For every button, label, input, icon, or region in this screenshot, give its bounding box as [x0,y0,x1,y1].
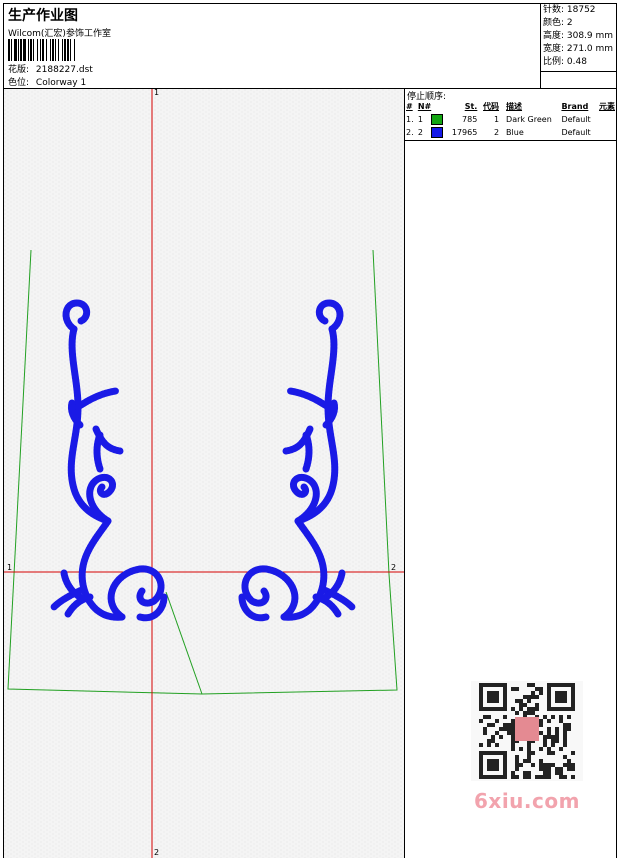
panel-divider [405,140,616,141]
qr-graphic [479,683,575,779]
design-preview [4,89,405,858]
pattern-value: 2188227.dst [35,65,93,75]
color-swatch [431,127,444,138]
cell-brand: Default [561,128,591,137]
cell-element [598,113,616,126]
axis-label-left: 1 [7,563,13,572]
watermark-logo: 6xiu.com [474,789,580,813]
cell-description: Dark Green [506,115,552,124]
cell-code: 1 [493,115,500,124]
stop-sequence-table: # N# St. 代码 描述 Brand 元素 1. 1 785 1 Dark … [405,100,616,139]
col-description: 描述 [506,102,523,111]
cell-index: 1. [406,115,414,124]
colorway-line: 色位: Colorway 1 [8,75,86,88]
color-swatch [431,114,444,125]
needle-number: 1 [417,115,423,124]
col-needle: N# [417,102,432,111]
seal-icon [515,717,539,741]
qr-code-icon [471,681,583,781]
pattern-label: 花版: [8,65,30,75]
table-row: 1. 1 785 1 Dark Green Default [405,113,616,126]
cell-description: Blue [506,128,524,137]
cell-stitches: 785 [462,115,478,124]
table-header-row: # N# St. 代码 描述 Brand 元素 [405,100,616,113]
stat-height: 高度: 308.9 mm [543,31,614,41]
col-index: # [406,102,413,111]
cell-brand: Default [561,115,591,124]
axis-label-right: 2 [391,563,397,572]
stat-scale: 比例: 0.48 [543,57,587,67]
header: 生产作业图 Wilcom(汇宏)参饰工作室 花版: 2188227.dst 色位… [4,4,616,89]
axis-label-top: 1 [154,88,160,97]
col-element: 元素 [599,102,615,111]
colorway-value: Colorway 1 [35,78,87,88]
stats-box: 针数: 18752 颜色: 2 高度: 308.9 mm 宽度: 271.0 m… [541,4,617,72]
cell-stitches: 17965 [451,128,478,137]
axis-label-bottom: 2 [154,848,160,857]
col-brand: Brand [561,102,589,111]
barcode-icon [8,39,75,61]
cell-needle: 1 [417,113,451,126]
needle-number: 2 [417,128,423,137]
col-code: 代码 [483,102,500,111]
stats-panel: 针数: 18752 颜色: 2 高度: 308.9 mm 宽度: 271.0 m… [540,4,617,88]
cell-element [598,126,616,139]
fabric-texture [4,89,404,858]
colorway-label: 色位: [8,78,30,88]
stat-width: 宽度: 271.0 mm [543,44,614,54]
design-canvas [4,89,404,858]
cell-needle: 2 [417,126,451,139]
col-stitches: St. [464,102,478,111]
cell-index: 2. [406,128,414,137]
page-title: 生产作业图 [8,8,78,24]
pattern-line: 花版: 2188227.dst [8,62,93,75]
stat-stitches: 针数: 18752 [543,5,596,15]
studio-name: Wilcom(汇宏)参饰工作室 [8,29,111,39]
cell-code: 2 [493,128,500,137]
stat-colors: 颜色: 2 [543,18,573,28]
table-row: 2. 2 17965 2 Blue Default [405,126,616,139]
